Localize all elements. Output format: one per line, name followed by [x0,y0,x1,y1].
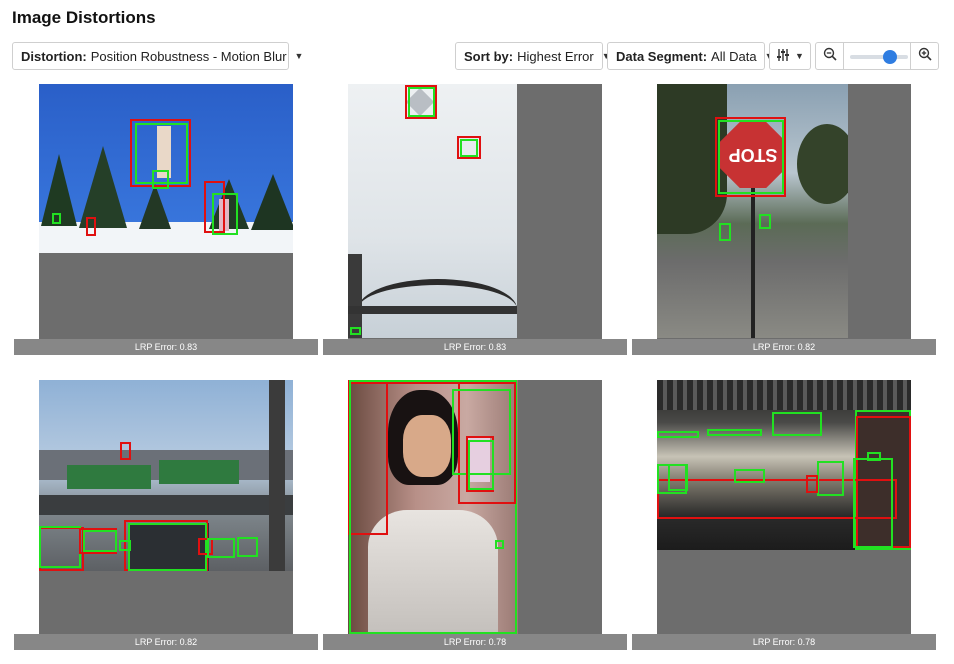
image-card[interactable]: LRP Error: 0.83 [323,84,627,355]
image-card[interactable]: LRP Error: 0.78 [323,380,627,650]
chevron-down-icon: ▼ [294,51,304,61]
lrp-error-label: LRP Error: 0.78 [632,634,936,650]
lrp-error-label: LRP Error: 0.83 [14,339,318,355]
distortion-value: Position Robustness - Motion Blur [90,48,287,64]
segment-value: All Data [711,48,757,64]
image-thumbnail: STOP [657,84,848,338]
page-title: Image Distortions [12,8,156,27]
image-thumbnail [348,380,518,634]
image-thumbnail [348,84,517,338]
zoom-slider-track [850,55,908,59]
lrp-error-label: LRP Error: 0.78 [323,634,627,650]
zoom-out-icon [823,47,837,66]
lrp-error-label: LRP Error: 0.82 [14,634,318,650]
zoom-slider-handle[interactable] [883,50,897,64]
zoom-out-button[interactable] [816,43,844,69]
sort-dropdown[interactable]: Sort by: Highest Error ▼ [455,42,611,70]
image-card[interactable]: LRP Error: 0.83 [14,84,318,355]
filter-settings-button[interactable]: ▼ [769,42,811,70]
sort-label: Sort by: [464,48,514,64]
distortion-dropdown[interactable]: Distortion: Position Robustness - Motion… [12,42,303,70]
zoom-control [815,42,939,70]
lrp-error-label: LRP Error: 0.83 [323,339,627,355]
distortion-label: Distortion: [21,48,87,64]
zoom-in-icon [918,47,932,66]
zoom-in-button[interactable] [910,43,938,69]
data-segment-dropdown[interactable]: Data Segment: All Data ▼ [607,42,773,70]
image-card[interactable]: STOP LRP Error: 0.82 [632,84,936,355]
zoom-slider[interactable] [850,43,908,69]
lrp-error-label: LRP Error: 0.82 [632,339,936,355]
chevron-down-icon: ▼ [795,51,804,61]
segment-label: Data Segment: [616,48,708,64]
image-thumbnail [39,84,293,253]
image-card[interactable]: LRP Error: 0.78 [632,380,936,650]
sort-value: Highest Error [517,48,594,64]
image-card[interactable]: LRP Error: 0.82 [14,380,318,650]
image-thumbnail [39,380,293,571]
image-thumbnail [657,380,911,550]
sliders-icon [776,48,790,65]
